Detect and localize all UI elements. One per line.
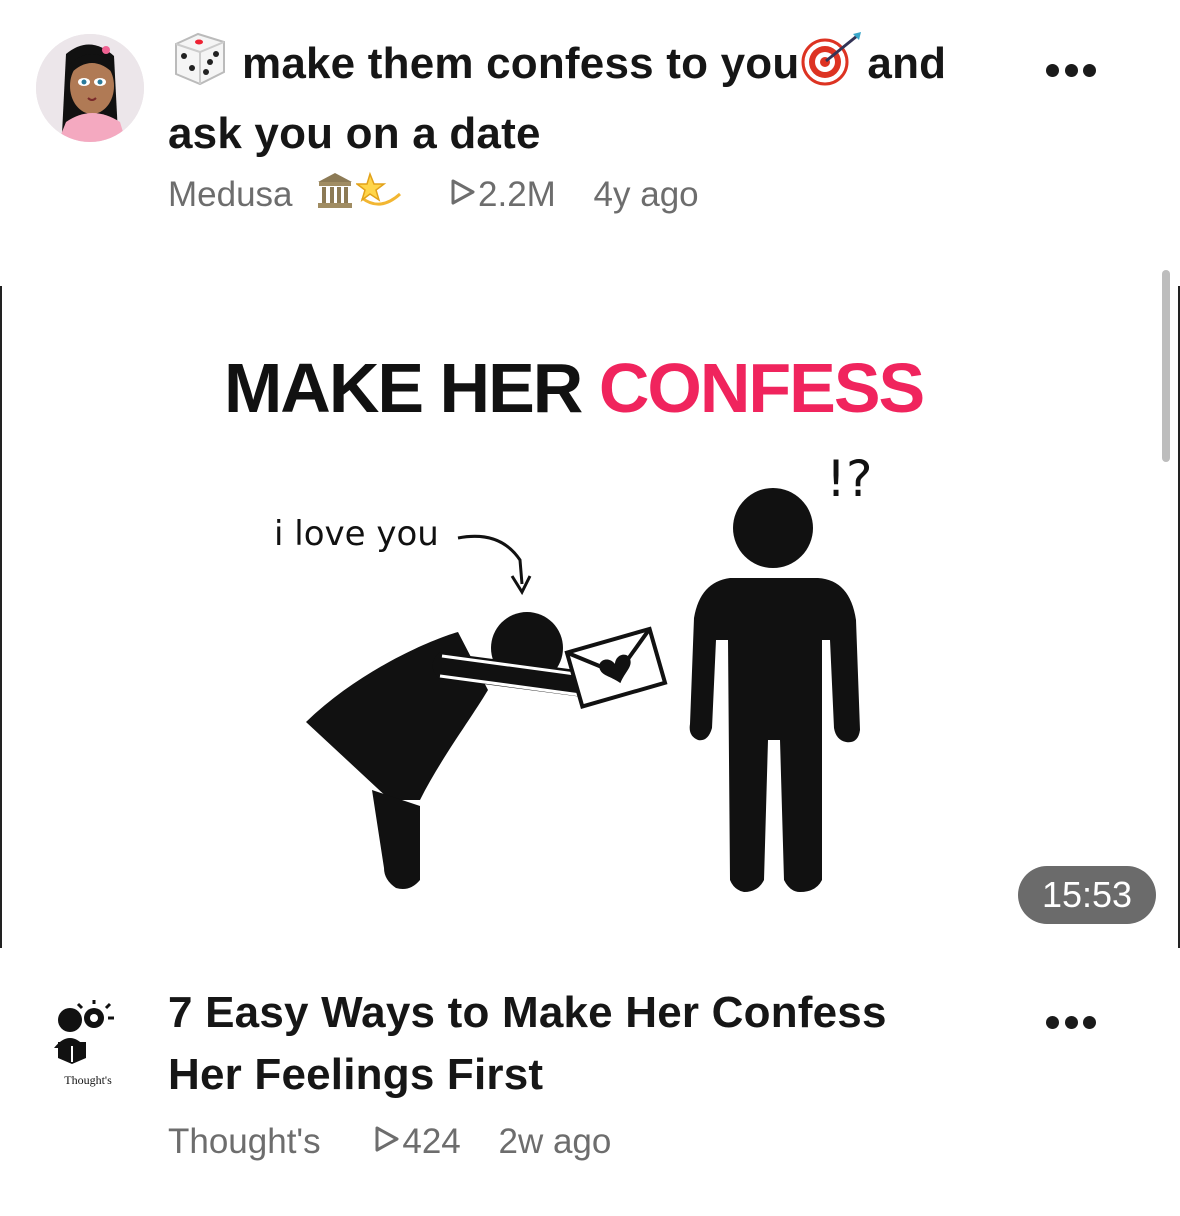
video-thumbnail[interactable]: MAKE HER CONFESS i love you !? xyxy=(0,286,1180,948)
channel-name[interactable]: Medusa xyxy=(168,175,293,215)
post-meta: Medusa 2.2M 4y ago xyxy=(168,168,699,221)
channel-avatar[interactable]: Thought's xyxy=(48,998,128,1088)
target-icon xyxy=(799,30,863,103)
post-title-text-end: and xyxy=(867,39,947,89)
post-title-text: make them confess to you xyxy=(242,39,800,89)
scrollbar[interactable] xyxy=(1162,270,1170,462)
speech-text: i love you xyxy=(274,514,439,554)
post-title[interactable]: 7 Easy Ways to Make Her Confess Her Feel… xyxy=(168,982,887,1106)
post-meta: Thought's 424 2w ago xyxy=(168,1120,611,1162)
post-title-line1: 7 Easy Ways to Make Her Confess xyxy=(168,988,887,1037)
standing-person-figure xyxy=(689,488,860,892)
more-options-button[interactable] xyxy=(1046,1014,1096,1030)
thumbnail-title-black: MAKE HER xyxy=(224,349,583,427)
views-play-icon xyxy=(374,1122,400,1162)
post-title[interactable]: make them confess to you and ask you on … xyxy=(168,30,946,165)
views-play-icon xyxy=(450,175,476,215)
thumbnail-title-pink: CONFESS xyxy=(598,349,925,427)
post-header[interactable]: make them confess to you and ask you on … xyxy=(0,0,1180,240)
post-title-line2: ask you on a date xyxy=(168,109,541,158)
channel-name[interactable]: Thought's xyxy=(168,1122,321,1162)
channel-avatar[interactable] xyxy=(36,34,144,142)
post-header[interactable]: Thought's 7 Easy Ways to Make Her Confes… xyxy=(0,960,1180,1180)
channel-logo-text: Thought's xyxy=(64,1073,112,1087)
avatar-cartoon-icon xyxy=(36,34,144,142)
thumbnail-title: MAKE HER CONFESS xyxy=(224,348,925,428)
more-options-button[interactable] xyxy=(1046,62,1096,78)
post-title-line2: Her Feelings First xyxy=(168,1050,544,1099)
bending-person-figure xyxy=(306,612,601,889)
video-duration-badge: 15:53 xyxy=(1018,866,1156,924)
post-age: 2w ago xyxy=(498,1121,612,1161)
dizzy-star-icon xyxy=(355,168,404,221)
building-icon xyxy=(314,170,356,219)
love-letter-envelope xyxy=(564,626,668,709)
post-age: 4y ago xyxy=(593,174,699,214)
exclamation-question-mark: !? xyxy=(826,450,873,508)
dice-icon xyxy=(168,30,230,103)
view-count: 424 xyxy=(402,1121,461,1161)
view-count: 2.2M xyxy=(478,174,556,214)
thinking-person-logo-icon xyxy=(54,1000,114,1064)
